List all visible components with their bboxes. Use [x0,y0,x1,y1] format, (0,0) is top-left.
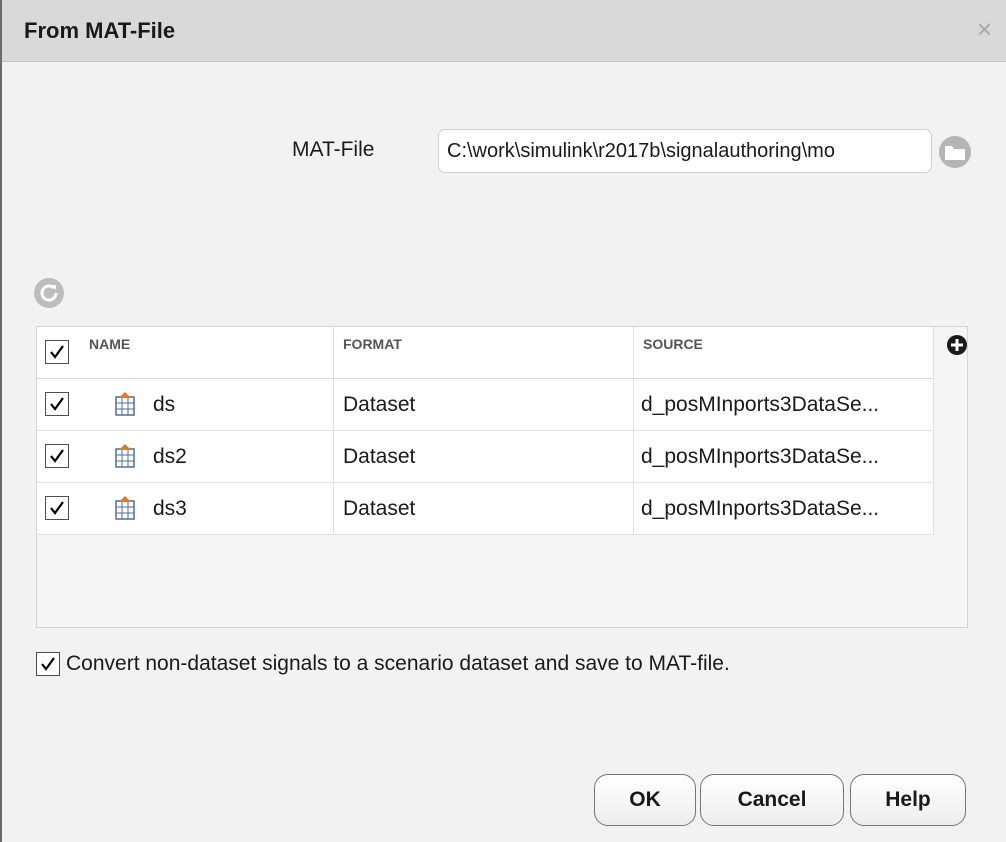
row-name: ds [153,393,176,416]
checkmark-icon [41,657,55,671]
ok-button[interactable]: OK [594,774,696,826]
row-checkbox[interactable] [45,444,69,468]
column-divider [933,327,934,535]
mat-file-input[interactable]: C:\work\simulink\r2017b\signalauthoring\… [438,129,932,173]
row-format: Dataset [343,497,416,520]
cancel-button[interactable]: Cancel [700,774,844,826]
dataset-icon [115,496,135,520]
table-row[interactable]: ds2 Dataset d_posMInports3DataSe... [37,431,933,483]
help-button[interactable]: Help [850,774,966,826]
table-header: NAME FORMAT SOURCE [37,327,933,379]
checkmark-icon [50,501,64,515]
select-all-checkbox[interactable] [45,340,69,364]
dialog-title: From MAT-File [24,18,176,43]
dataset-icon [115,444,135,468]
column-header-source[interactable]: SOURCE [643,327,703,379]
column-divider [333,327,334,535]
column-header-name[interactable]: NAME [89,327,130,379]
checkmark-icon [50,449,64,463]
checkmark-icon [50,397,64,411]
row-checkbox[interactable] [45,496,69,520]
add-icon[interactable] [946,334,968,356]
table-row[interactable]: ds3 Dataset d_posMInports3DataSe... [37,483,933,535]
row-name: ds3 [153,497,187,520]
dataset-table: NAME FORMAT SOURCE ds Dataset d_posMInpo… [36,326,968,628]
row-checkbox[interactable] [45,392,69,416]
title-bar: From MAT-File × [2,0,1006,62]
refresh-icon[interactable] [32,276,66,310]
column-header-format[interactable]: FORMAT [343,327,402,379]
mat-file-path: C:\work\simulink\r2017b\signalauthoring\… [447,140,835,162]
close-icon[interactable]: × [977,16,992,42]
folder-icon[interactable] [936,134,974,170]
row-name: ds2 [153,445,187,468]
row-format: Dataset [343,393,416,416]
row-source: d_posMInports3DataSe... [641,497,880,520]
row-source: d_posMInports3DataSe... [641,393,880,416]
dialog-window: From MAT-File × MAT-File C:\work\simulin… [0,0,1006,842]
checkmark-icon [50,345,64,359]
mat-file-label: MAT-File [292,138,375,161]
dataset-icon [115,392,135,416]
column-divider [633,327,634,535]
row-source: d_posMInports3DataSe... [641,445,880,468]
convert-checkbox[interactable] [36,652,60,676]
row-format: Dataset [343,445,416,468]
table-row[interactable]: ds Dataset d_posMInports3DataSe... [37,379,933,431]
convert-label[interactable]: Convert non-dataset signals to a scenari… [66,652,730,676]
